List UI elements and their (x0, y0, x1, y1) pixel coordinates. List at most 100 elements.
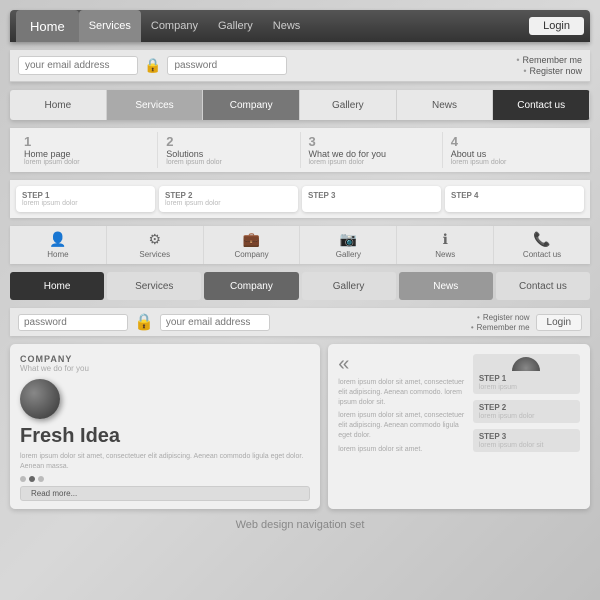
nav1-gallery-tab[interactable]: Gallery (208, 10, 263, 42)
card2-left: « lorem ipsum dolor sit amet, consectetu… (338, 354, 467, 455)
dot-2 (29, 476, 35, 482)
login-bar-1: 🔒 Remember me Register now (10, 50, 590, 82)
email-input[interactable] (18, 56, 138, 75)
step-item-1[interactable]: STEP 1 lorem ipsum dolor (16, 186, 155, 212)
footer-label: Web design navigation set (236, 519, 365, 531)
icon-nav-company[interactable]: 💼 Company (204, 226, 301, 264)
card-steps: « lorem ipsum dolor sit amet, consectetu… (328, 344, 590, 509)
step-badge-3: STEP 3 lorem ipsum dolor sit (473, 429, 580, 452)
sub-title-2: Solutions (166, 149, 203, 159)
sub-item-2[interactable]: 2 Solutions lorem ipsum dolor (158, 132, 300, 168)
sub-desc-2: lorem ipsum dolor (166, 159, 222, 166)
register-now-2[interactable]: Register now (477, 313, 530, 322)
remember-me-label[interactable]: Remember me (516, 55, 582, 65)
step-icon-1 (512, 357, 540, 371)
nav3-contact-tab[interactable]: Contact us (496, 272, 590, 300)
step-item-4[interactable]: STEP 4 (445, 186, 584, 212)
icon-nav-home[interactable]: 👤 Home (10, 226, 107, 264)
nav1-news-tab[interactable]: News (263, 10, 311, 42)
sub-desc-4: lorem ipsum dolor (451, 159, 507, 166)
nav3-home-tab[interactable]: Home (10, 272, 104, 300)
person-icon: 👤 (49, 231, 66, 248)
nav2-company-tab[interactable]: Company (203, 90, 300, 120)
cards-row: COMPANY What we do for you Fresh Idea lo… (10, 344, 590, 509)
icon-nav-contact[interactable]: 📞 Contact us (494, 226, 590, 264)
icon-nav: 👤 Home ⚙ Services 💼 Company 📷 Gallery ℹ … (10, 226, 590, 264)
card-dots (20, 476, 310, 482)
sub-num-2: 2 (166, 134, 173, 149)
nav3-news-tab[interactable]: News (399, 272, 493, 300)
card-body-text: lorem ipsum dolor sit amet, consectetuer… (20, 452, 310, 472)
navbar-2: Home Services Company Gallery News Conta… (10, 90, 590, 120)
login-bar-2: 🔒 Register now Remember me Login (10, 308, 590, 336)
nav1-login-button[interactable]: Login (529, 17, 584, 35)
phone-icon: 📞 (533, 231, 550, 248)
step-badge-desc-1: lorem ipsum (479, 384, 574, 391)
icon-nav-services-label: Services (139, 250, 170, 259)
icon-nav-contact-label: Contact us (523, 250, 561, 259)
sphere-graphic (20, 379, 60, 419)
dot-3 (38, 476, 44, 482)
sub-num-1: 1 (24, 134, 31, 149)
card2-bullet-3: lorem ipsum dolor sit amet. (338, 445, 467, 455)
fresh-idea-heading: Fresh Idea (20, 425, 310, 448)
icon-nav-company-label: Company (234, 250, 268, 259)
card2-bullet-1: lorem ipsum dolor sit amet, consectetuer… (338, 378, 467, 407)
password-input-2[interactable] (18, 314, 128, 331)
register-now-label[interactable]: Register now (523, 66, 582, 76)
step-badge-2: STEP 2 lorem ipsum dolor (473, 400, 580, 423)
step-badge-label-3: STEP 3 (479, 432, 574, 441)
company-sub-label: What we do for you (20, 364, 310, 373)
card2-bullet-2: lorem ipsum dolor sit amet, consectetuer… (338, 411, 467, 440)
navbar-3: Home Services Company Gallery News Conta… (10, 272, 590, 300)
icon-nav-home-label: Home (47, 250, 68, 259)
password-input[interactable] (167, 56, 287, 75)
read-more-button[interactable]: Read more... (20, 486, 310, 501)
nav1-company-tab[interactable]: Company (141, 10, 208, 42)
icon-nav-news[interactable]: ℹ News (397, 226, 494, 264)
step-badge-desc-2: lorem ipsum dolor (479, 413, 574, 420)
sub-menu: 1 Home page lorem ipsum dolor 2 Solution… (10, 128, 590, 172)
nav2-news-tab[interactable]: News (397, 90, 494, 120)
remember-me-2[interactable]: Remember me (471, 323, 530, 332)
nav1-home-tab[interactable]: Home (16, 10, 79, 42)
icon-nav-news-label: News (435, 250, 455, 259)
lock-icon-2: 🔒 (134, 312, 154, 332)
sub-item-4[interactable]: 4 About us lorem ipsum dolor (443, 132, 584, 168)
icon-nav-services[interactable]: ⚙ Services (107, 226, 204, 264)
step-badge-desc-3: lorem ipsum dolor sit (479, 442, 574, 449)
lock-icon: 🔒 (144, 57, 161, 74)
step-badge-label-1: STEP 1 (479, 374, 574, 383)
login-button-2[interactable]: Login (536, 314, 582, 331)
step-item-2[interactable]: STEP 2 lorem ipsum dolor (159, 186, 298, 212)
info-icon: ℹ (443, 231, 448, 248)
sub-num-4: 4 (451, 134, 458, 149)
company-label: COMPANY (20, 354, 310, 364)
icon-nav-gallery-label: Gallery (336, 250, 361, 259)
nav3-gallery-tab[interactable]: Gallery (302, 272, 396, 300)
nav3-services-tab[interactable]: Services (107, 272, 201, 300)
email-input-2[interactable] (160, 314, 270, 331)
dot-1 (20, 476, 26, 482)
card2-inner: « lorem ipsum dolor sit amet, consectetu… (338, 354, 580, 455)
login-bar2-options: Register now Remember me (276, 313, 530, 332)
nav1-services-tab[interactable]: Services (79, 10, 141, 42)
sub-item-1[interactable]: 1 Home page lorem ipsum dolor (16, 132, 158, 168)
icon-nav-gallery[interactable]: 📷 Gallery (300, 226, 397, 264)
navbar-1: Home Services Company Gallery News Login (10, 10, 590, 42)
sub-desc-1: lorem ipsum dolor (24, 159, 80, 166)
nav2-home-tab[interactable]: Home (10, 90, 107, 120)
sub-desc-3: lorem ipsum dolor (309, 159, 365, 166)
sub-item-3[interactable]: 3 What we do for you lorem ipsum dolor (301, 132, 443, 168)
gear-icon: ⚙ (148, 231, 161, 248)
sub-title-3: What we do for you (309, 149, 387, 159)
nav2-gallery-tab[interactable]: Gallery (300, 90, 397, 120)
step-badge-1: STEP 1 lorem ipsum (473, 354, 580, 394)
step-bar: STEP 1 lorem ipsum dolor STEP 2 lorem ip… (10, 180, 590, 218)
nav3-company-tab[interactable]: Company (204, 272, 298, 300)
step-item-3[interactable]: STEP 3 (302, 186, 441, 212)
nav2-contact-tab[interactable]: Contact us (493, 90, 590, 120)
step-badge-label-2: STEP 2 (479, 403, 574, 412)
sub-title-4: About us (451, 149, 487, 159)
nav2-services-tab[interactable]: Services (107, 90, 204, 120)
